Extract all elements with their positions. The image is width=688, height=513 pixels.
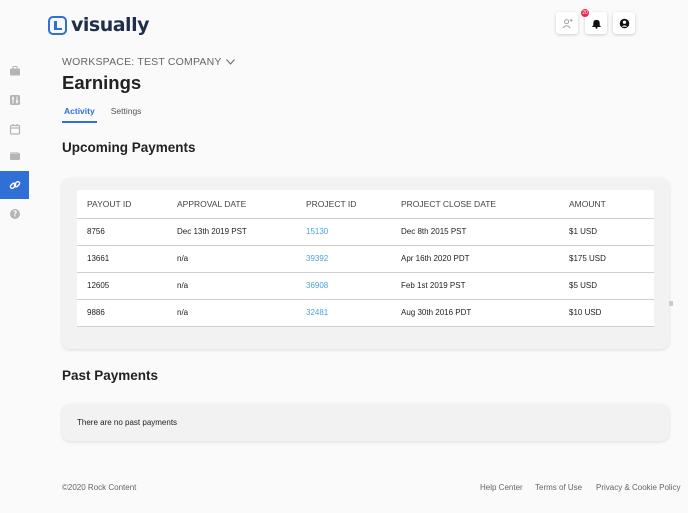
svg-text:?: ? (12, 210, 16, 219)
project-id-link[interactable]: 36908 (296, 272, 391, 300)
approval-date-cell: n/a (167, 272, 296, 300)
scrollbar-thumb[interactable] (669, 301, 673, 306)
project-close-date-cell: Dec 8th 2015 PST (391, 218, 559, 246)
tab-activity[interactable]: Activity (62, 104, 97, 123)
notifications-button[interactable]: 20 (581, 9, 607, 34)
upcoming-payments-table-wrapper: PAYOUT ID APPROVAL DATE PROJECT ID PROJE… (77, 190, 654, 327)
payout-id-cell: 13661 (77, 245, 167, 273)
approval-date-cell: n/a (167, 245, 296, 273)
past-payments-card: There are no past payments (62, 404, 669, 441)
page-title: Earnings (62, 72, 142, 93)
table-row: 9886 n/a 32481 Aug 30th 2016 PDT $10 USD (77, 299, 654, 327)
sidebar-item-help[interactable]: ? (0, 200, 29, 228)
bell-icon (591, 19, 601, 29)
table-row: 12605 n/a 36908 Feb 1st 2019 PST $5 USD (77, 272, 654, 300)
sliders-icon (9, 95, 20, 105)
project-id-link[interactable]: 15130 (296, 218, 391, 246)
payout-id-cell: 9886 (77, 299, 167, 327)
account-icon (619, 18, 629, 28)
upcoming-payments-title: Upcoming Payments (62, 140, 196, 155)
link-icon (9, 180, 20, 190)
table-row: 8756 Dec 13th 2019 PST 15130 Dec 8th 201… (77, 218, 654, 246)
project-close-date-cell: Aug 30th 2016 PDT (391, 299, 559, 327)
sidebar-item-wallet[interactable] (0, 142, 29, 170)
column-header-payout-id: PAYOUT ID (77, 190, 167, 219)
help-icon: ? (9, 209, 20, 219)
upcoming-payments-card: PAYOUT ID APPROVAL DATE PROJECT ID PROJE… (62, 178, 669, 349)
column-header-amount: AMOUNT (559, 190, 654, 219)
project-id-link[interactable]: 39392 (296, 245, 391, 273)
column-header-project-id: PROJECT ID (296, 190, 391, 219)
sidebar-item-settings[interactable] (0, 86, 29, 114)
amount-cell: $175 USD (559, 245, 654, 273)
footer-link-terms[interactable]: Terms of Use (535, 483, 582, 492)
project-id-link[interactable]: 32481 (296, 299, 391, 327)
invite-user-button[interactable] (556, 12, 578, 34)
project-close-date-cell: Feb 1st 2019 PST (391, 272, 559, 300)
footer-link-privacy[interactable]: Privacy & Cookie Policy (596, 483, 680, 492)
footer-copyright: ©2020 Rock Content (62, 483, 137, 492)
sidebar-item-earnings[interactable] (0, 171, 29, 199)
column-header-project-close-date: PROJECT CLOSE DATE (391, 190, 559, 219)
sidebar: ? (0, 0, 30, 513)
logo-mark-icon (48, 15, 67, 35)
tab-bar: Activity Settings (62, 104, 155, 123)
chevron-down-icon (225, 59, 235, 65)
project-close-date-cell: Apr 16th 2020 PDT (391, 245, 559, 273)
calendar-icon (9, 124, 20, 135)
workspace-label: WORKSPACE: TEST COMPANY (62, 56, 222, 68)
notification-badge: 20 (581, 9, 589, 17)
amount-cell: $10 USD (559, 299, 654, 327)
approval-date-cell: Dec 13th 2019 PST (167, 218, 296, 246)
column-header-approval-date: APPROVAL DATE (167, 190, 296, 219)
amount-cell: $5 USD (559, 272, 654, 300)
logo[interactable]: visually (48, 14, 149, 36)
amount-cell: $1 USD (559, 218, 654, 246)
logo-text: visually (71, 14, 149, 36)
add-user-icon (562, 18, 573, 28)
workspace-selector[interactable]: WORKSPACE: TEST COMPANY (62, 56, 235, 68)
sidebar-item-projects[interactable] (0, 57, 29, 85)
payout-id-cell: 12605 (77, 272, 167, 300)
footer-link-help-center[interactable]: Help Center (480, 483, 523, 492)
empty-state-text: There are no past payments (77, 418, 178, 427)
sidebar-item-calendar[interactable] (0, 115, 29, 143)
wallet-icon (9, 152, 20, 160)
payout-id-cell: 8756 (77, 218, 167, 246)
approval-date-cell: n/a (167, 299, 296, 327)
tab-settings[interactable]: Settings (109, 104, 144, 123)
past-payments-title: Past Payments (62, 368, 159, 383)
table-header-row: PAYOUT ID APPROVAL DATE PROJECT ID PROJE… (77, 190, 654, 219)
table-row: 13661 n/a 39392 Apr 16th 2020 PDT $175 U… (77, 245, 654, 273)
account-button[interactable] (613, 12, 635, 34)
upcoming-payments-table: PAYOUT ID APPROVAL DATE PROJECT ID PROJE… (77, 190, 654, 327)
briefcase-icon (9, 66, 20, 76)
